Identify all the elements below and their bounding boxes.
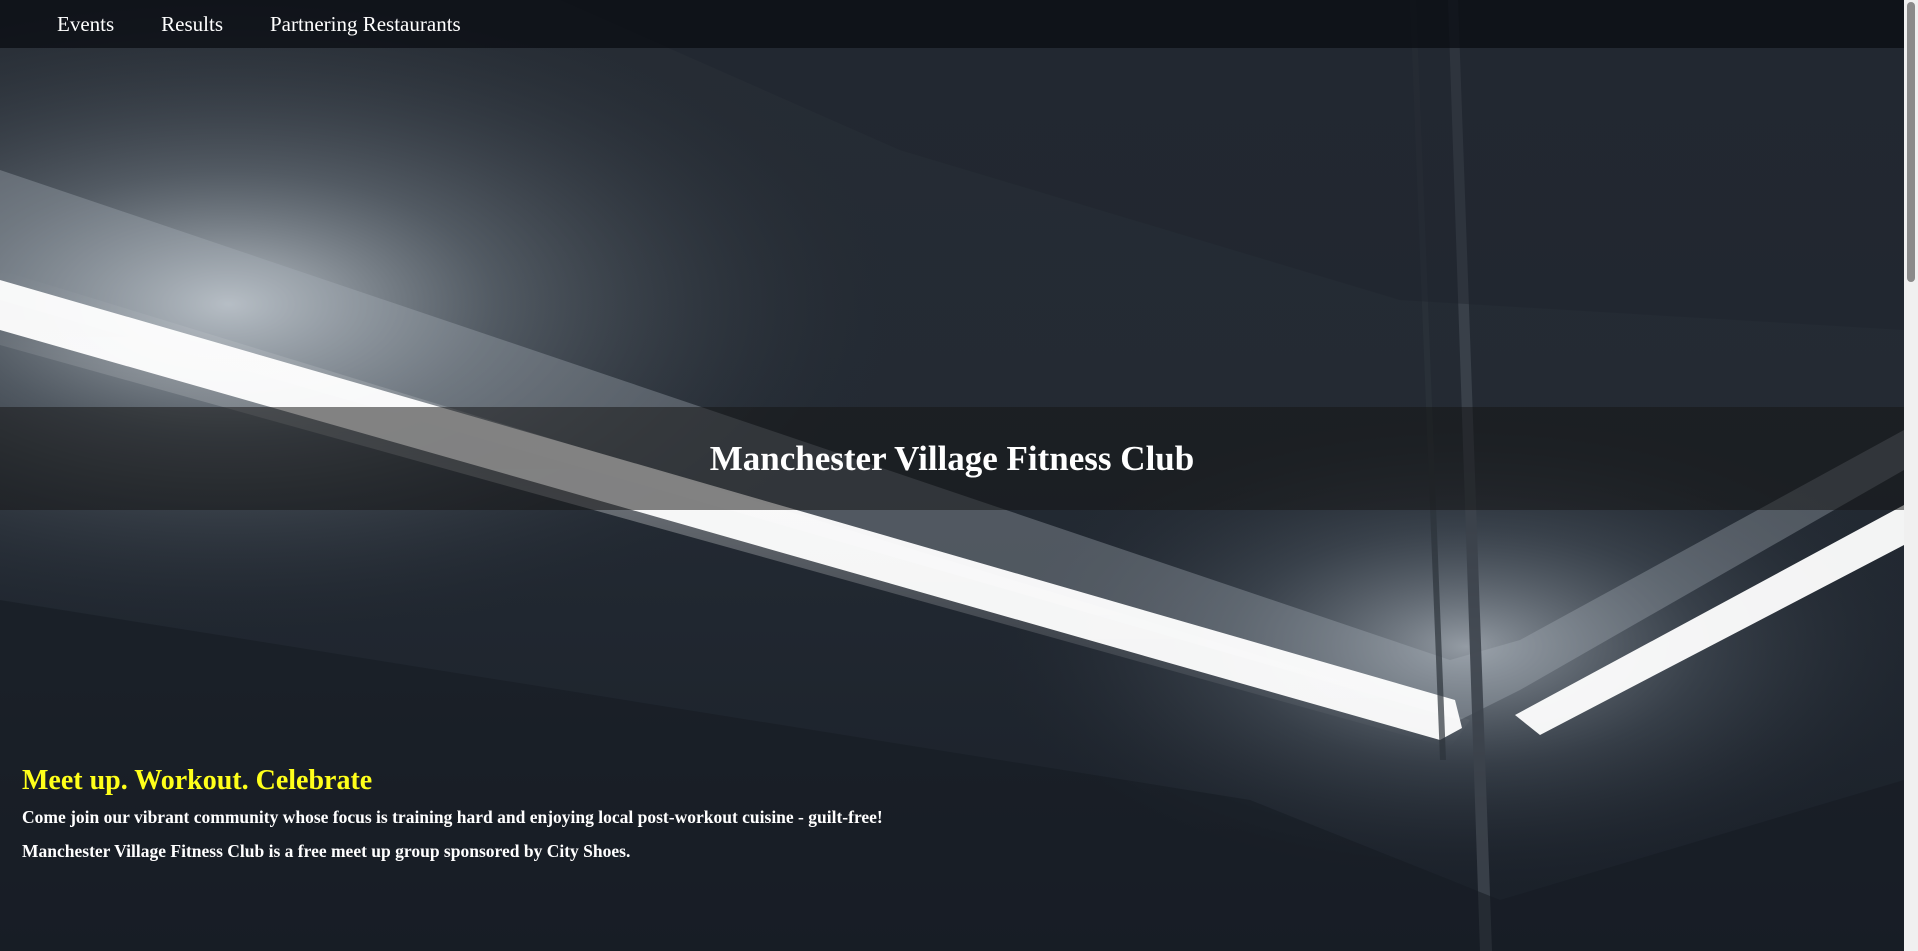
top-navigation-bar: Events Results Partnering Restaurants <box>0 0 1904 48</box>
intro-paragraph-community: Come join our vibrant community whose fo… <box>22 807 883 827</box>
hero-title-band: Manchester Village Fitness Club <box>0 407 1904 510</box>
page: Events Results Partnering Restaurants Ma… <box>0 0 1918 951</box>
scrollbar-thumb[interactable] <box>1907 2 1915 282</box>
nav-link-results[interactable]: Results <box>161 0 223 48</box>
intro-section: Meet up. Workout. Celebrate Come join ou… <box>22 765 1422 875</box>
vertical-scrollbar[interactable] <box>1904 0 1918 951</box>
intro-paragraph-sponsor: Manchester Village Fitness Club is a fre… <box>22 841 631 861</box>
nav-link-partnering-restaurants[interactable]: Partnering Restaurants <box>270 0 461 48</box>
tagline-heading: Meet up. Workout. Celebrate <box>22 765 373 796</box>
site-title: Manchester Village Fitness Club <box>709 438 1195 478</box>
nav-link-events[interactable]: Events <box>57 0 114 48</box>
